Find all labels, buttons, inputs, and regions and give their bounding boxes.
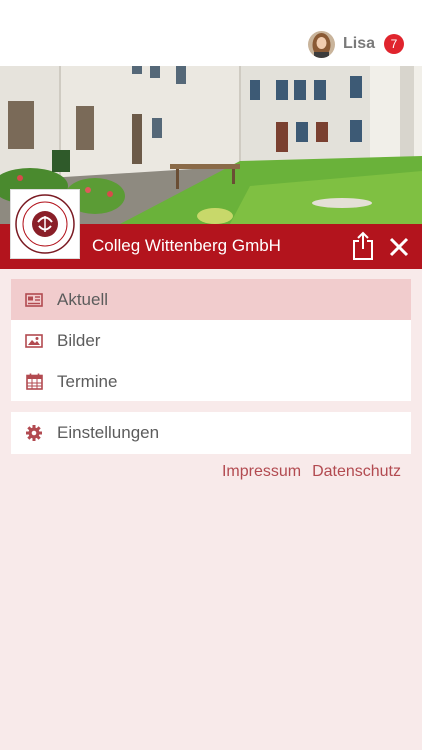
menu-item-termine[interactable]: Termine [11, 361, 411, 402]
close-button[interactable] [385, 233, 413, 261]
menu-item-bilder[interactable]: Bilder [11, 320, 411, 361]
user-name[interactable]: Lisa [343, 35, 375, 53]
avatar[interactable] [307, 30, 335, 58]
menu-item-einstellungen[interactable]: Einstellungen [11, 412, 411, 453]
menu-label: Einstellungen [57, 422, 160, 442]
menu-item-aktuell[interactable]: Aktuell [11, 279, 411, 320]
top-bar: Lisa 7 [0, 0, 422, 66]
menu-label: Termine [57, 371, 118, 391]
menu-label: Bilder [57, 330, 101, 350]
gear-icon [25, 424, 43, 442]
user-profile[interactable]: Lisa 7 [307, 30, 404, 58]
newspaper-icon [25, 291, 43, 309]
main-menu: Aktuell Bilder Termine [11, 279, 411, 401]
close-icon [389, 237, 409, 257]
notification-badge[interactable]: 7 [384, 34, 404, 54]
share-icon [353, 231, 373, 260]
calendar-icon [25, 373, 43, 391]
datenschutz-link[interactable]: Datenschutz [312, 463, 401, 481]
share-button[interactable] [349, 231, 377, 261]
company-title: Colleg Wittenberg GmbH [92, 236, 281, 255]
company-logo [10, 189, 80, 259]
image-icon [25, 332, 43, 350]
menu-label: Aktuell [57, 289, 109, 309]
impressum-link[interactable]: Impressum [222, 463, 301, 481]
settings-menu: Einstellungen [11, 412, 411, 454]
footer-links: Impressum Datenschutz [211, 463, 401, 481]
